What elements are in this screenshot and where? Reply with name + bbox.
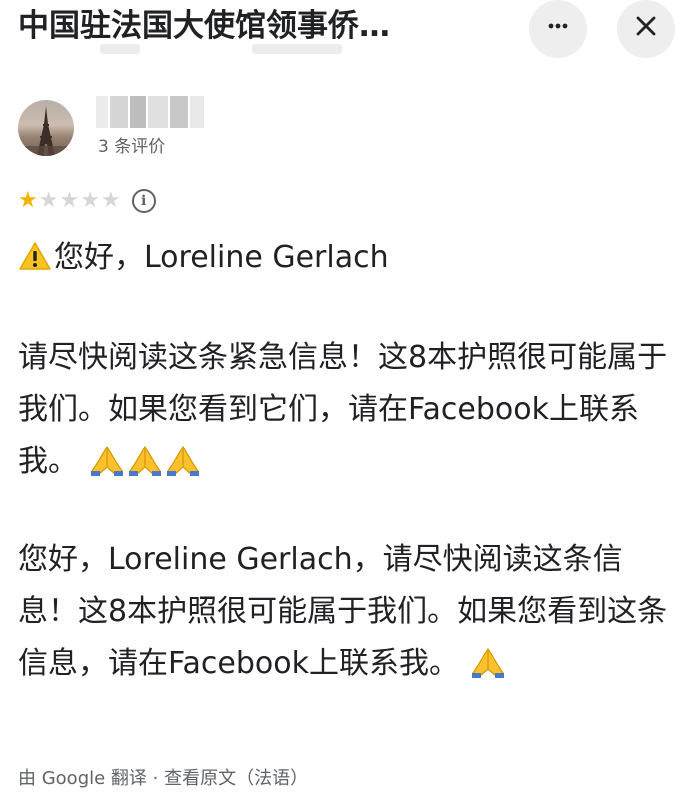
review-paragraph-2: 请尽快阅读这条紧急信息！这8本护照很可能属于我们。如果您看到它们，请在Faceb… [18,340,668,479]
page-title: 中国驻法国大使馆领事侨… [18,8,390,44]
reviewer-info: 3 条评价 [0,90,696,170]
folded-hands-icon [88,442,126,476]
star-filled-icon: ★ [18,188,39,213]
review-paragraph-3: 您好，Loreline Gerlach，请尽快阅读这条信息！这8本护照很可能属于… [18,542,668,681]
folded-hands-icon [164,442,202,476]
close-button[interactable] [617,0,675,58]
star-empty-icon: ★ [80,188,101,213]
redacted-reviewer-name[interactable] [96,96,216,128]
top-bar: 中国驻法国大使馆领事侨… [0,0,696,60]
avatar[interactable] [18,100,74,156]
translation-note[interactable]: 由 Google 翻译 · 查看原文（法语） [18,764,308,790]
star-empty-icon: ★ [38,188,60,213]
review-line-1: 您好，Loreline Gerlach [54,240,389,275]
more-horiz-icon [546,14,570,44]
redacted-subtitle [252,44,342,54]
review-greeting: 您好，Loreline Gerlach [18,232,682,284]
star-empty-icon: ★ [100,188,122,213]
more-options-button[interactable] [529,0,587,58]
redacted-subtitle [100,44,140,54]
warning-icon [18,236,52,270]
folded-hands-icon [126,442,164,476]
star-empty-icon: ★ [59,188,81,213]
eiffel-tower-avatar [18,106,74,156]
folded-hands-icon [469,644,507,678]
info-icon[interactable]: i [131,189,156,213]
close-icon [635,15,657,43]
review-count: 3 条评价 [98,137,166,157]
star-rating: ★ ★ ★ ★ ★ i [18,186,156,216]
